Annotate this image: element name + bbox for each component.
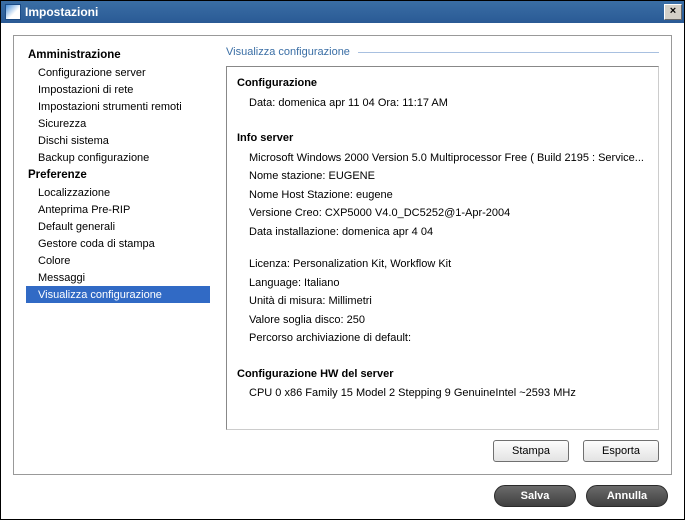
server-info-heading: Info server xyxy=(237,130,648,147)
sidebar-item-network[interactable]: Impostazioni di rete xyxy=(26,81,210,98)
titlebar: Impostazioni × xyxy=(1,1,684,23)
app-icon xyxy=(5,4,21,20)
section-title: Visualizza configurazione xyxy=(226,46,350,58)
sidebar-item-system-disks[interactable]: Dischi sistema xyxy=(26,132,210,149)
config-date-time: Data: domenica apr 11 04 Ora: 11:17 AM xyxy=(237,94,648,113)
hw-config-heading: Configurazione HW del server xyxy=(237,366,648,383)
sidebar-group-prefs: Preferenze xyxy=(26,166,210,184)
sidebar-item-messages[interactable]: Messaggi xyxy=(26,269,210,286)
license: Licenza: Personalization Kit, Workflow K… xyxy=(237,255,648,274)
sidebar-item-localization[interactable]: Localizzazione xyxy=(26,184,210,201)
host-name: Nome Host Stazione: eugene xyxy=(237,186,648,205)
sidebar-item-print-queue[interactable]: Gestore coda di stampa xyxy=(26,235,210,252)
print-button[interactable]: Stampa xyxy=(493,440,569,462)
sidebar-item-color[interactable]: Colore xyxy=(26,252,210,269)
cancel-button[interactable]: Annulla xyxy=(586,485,668,507)
install-date: Data installazione: domenica apr 4 04 xyxy=(237,223,648,242)
sidebar-item-security[interactable]: Sicurezza xyxy=(26,115,210,132)
footer-row: Salva Annulla xyxy=(13,485,672,507)
language: Language: Italiano xyxy=(237,274,648,293)
default-archive-path: Percorso archiviazione di default: xyxy=(237,329,648,348)
section-header: Visualizza configurazione xyxy=(226,46,659,58)
sidebar-item-prerip-preview[interactable]: Anteprima Pre-RIP xyxy=(26,201,210,218)
main-panel: Amministrazione Configurazione server Im… xyxy=(13,35,672,475)
sidebar-item-remote-tools[interactable]: Impostazioni strumenti remoti xyxy=(26,98,210,115)
config-text-area[interactable]: Configurazione Data: domenica apr 11 04 … xyxy=(226,66,659,430)
creo-version: Versione Creo: CXP5000 V4.0_DC5252@1-Apr… xyxy=(237,204,648,223)
sidebar-item-view-config[interactable]: Visualizza configurazione xyxy=(26,286,210,303)
cpu-line: CPU 0 x86 Family 15 Model 2 Stepping 9 G… xyxy=(237,384,648,403)
section-divider xyxy=(358,52,659,53)
detail-action-row: Stampa Esporta xyxy=(226,440,659,462)
sidebar-group-admin: Amministrazione xyxy=(26,46,210,64)
units: Unità di misura: Millimetri xyxy=(237,292,648,311)
panel-body: Amministrazione Configurazione server Im… xyxy=(26,46,659,462)
sidebar-item-backup-config[interactable]: Backup configurazione xyxy=(26,149,210,166)
close-icon[interactable]: × xyxy=(664,4,682,20)
export-button[interactable]: Esporta xyxy=(583,440,659,462)
sidebar-item-general-defaults[interactable]: Default generali xyxy=(26,218,210,235)
config-heading: Configurazione xyxy=(237,75,648,92)
sidebar: Amministrazione Configurazione server Im… xyxy=(26,46,210,462)
settings-window: Impostazioni × Amministrazione Configura… xyxy=(0,0,685,520)
sidebar-item-server-config[interactable]: Configurazione server xyxy=(26,64,210,81)
os-line: Microsoft Windows 2000 Version 5.0 Multi… xyxy=(237,149,648,168)
station-name: Nome stazione: EUGENE xyxy=(237,167,648,186)
window-title: Impostazioni xyxy=(25,5,664,19)
disk-threshold: Valore soglia disco: 250 xyxy=(237,311,648,330)
content-area: Amministrazione Configurazione server Im… xyxy=(1,23,684,519)
detail-panel: Visualizza configurazione Configurazione… xyxy=(226,46,659,462)
save-button[interactable]: Salva xyxy=(494,485,576,507)
